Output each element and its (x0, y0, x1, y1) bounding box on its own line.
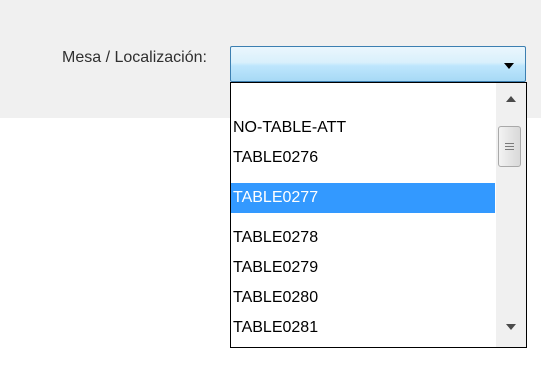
dropdown-arrow-icon[interactable] (504, 63, 514, 69)
list-item-table0280[interactable]: TABLE0280 (231, 283, 495, 313)
list-item-table0281[interactable]: TABLE0281 (231, 313, 495, 343)
vertical-scrollbar[interactable] (496, 83, 526, 347)
grip-line-icon (505, 143, 514, 144)
list-item-table0278[interactable]: TABLE0278 (231, 223, 495, 253)
grip-line-icon (505, 146, 514, 147)
list-item-table0276[interactable]: TABLE0276 (231, 143, 495, 173)
scrollbar-thumb[interactable] (498, 126, 521, 167)
list-item-table0277-selected[interactable]: TABLE0277 (231, 183, 495, 213)
grip-line-icon (505, 149, 514, 150)
scroll-up-icon[interactable] (506, 96, 516, 102)
scroll-down-icon[interactable] (506, 324, 516, 330)
list-item-no-table-att[interactable]: NO-TABLE-ATT (231, 113, 495, 143)
dropdown-list: NO-TABLE-ATT TABLE0276 TABLE0277 TABLE02… (230, 82, 527, 348)
mesa-localizacion-label: Mesa / Localización: (62, 49, 207, 66)
list-item-table0279[interactable]: TABLE0279 (231, 253, 495, 283)
list-item-empty[interactable] (231, 83, 495, 113)
mesa-localizacion-combobox[interactable] (230, 46, 526, 82)
options-list: NO-TABLE-ATT TABLE0276 TABLE0277 TABLE02… (231, 83, 495, 347)
